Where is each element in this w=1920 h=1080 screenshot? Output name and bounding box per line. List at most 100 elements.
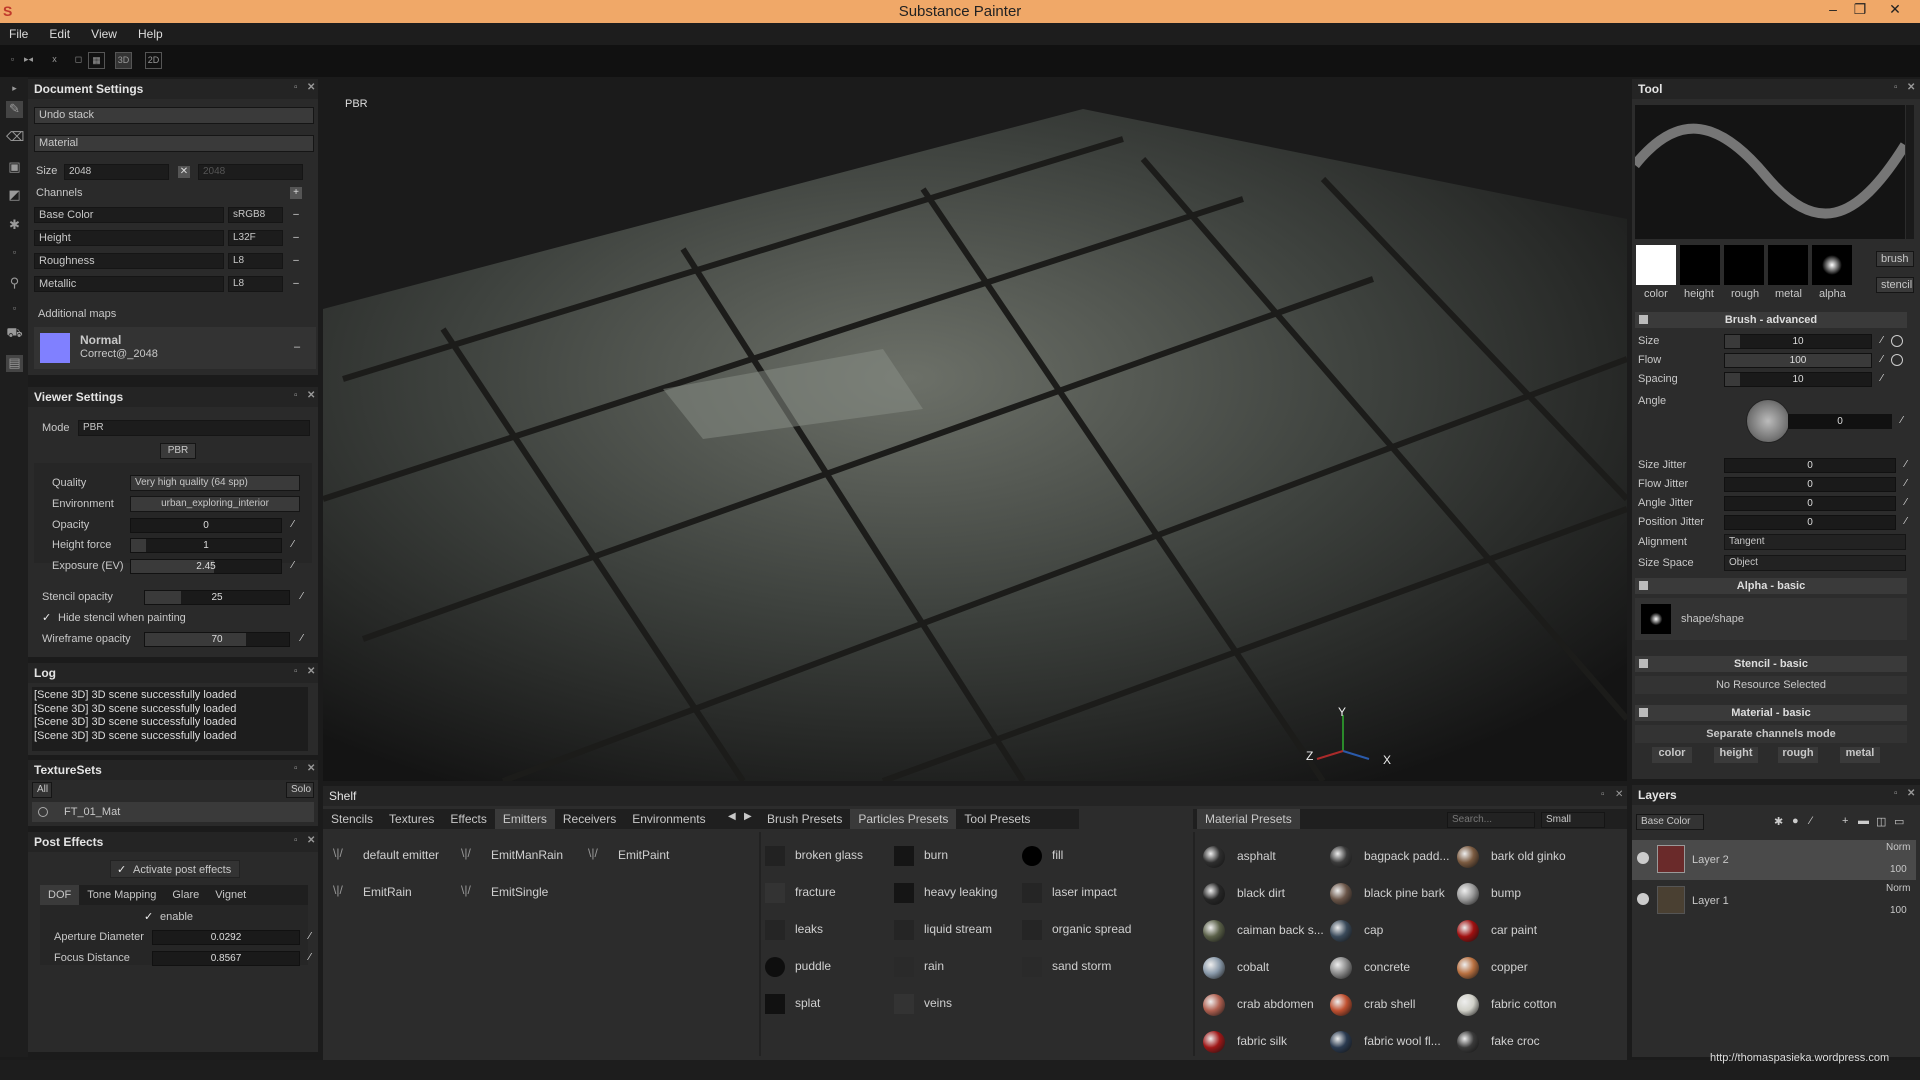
- shelf-item[interactable]: bagpack padd...: [1330, 846, 1449, 868]
- minimize-icon[interactable]: –: [1818, 1, 1848, 21]
- capture-icon[interactable]: ◻: [70, 52, 87, 69]
- stencil-opacity-slider[interactable]: 25: [144, 590, 290, 605]
- picker-icon[interactable]: ⚲: [6, 275, 23, 292]
- angle-input[interactable]: 0: [1788, 414, 1892, 429]
- shelf-item[interactable]: sand storm: [1022, 957, 1111, 977]
- edit-icon[interactable]: ⁄: [287, 560, 299, 572]
- layer-blend-mode[interactable]: Norm: [1886, 883, 1910, 894]
- thumbnail-size-select[interactable]: Small: [1541, 812, 1605, 828]
- float-icon[interactable]: ▫: [294, 835, 298, 846]
- tab-dof[interactable]: DOF: [40, 885, 80, 905]
- channel-format-select[interactable]: L8: [228, 253, 283, 269]
- tab-brush-presets[interactable]: Brush Presets: [759, 809, 850, 829]
- shelf-item[interactable]: \|/ EmitManRain: [461, 846, 563, 866]
- environment-select[interactable]: urban_exploring_interior: [130, 496, 300, 512]
- polygon-fill-icon[interactable]: ◩: [6, 187, 23, 204]
- aperture-slider[interactable]: 0.0292: [152, 930, 300, 945]
- new-project-icon[interactable]: ▫: [4, 52, 21, 69]
- shelf-item[interactable]: cobalt: [1203, 957, 1269, 979]
- remove-channel-icon[interactable]: –: [290, 209, 302, 221]
- edit-icon[interactable]: ⁄: [304, 931, 316, 943]
- brush-size-slider[interactable]: 10: [1724, 334, 1872, 349]
- edit-icon[interactable]: ⁄: [287, 539, 299, 551]
- angle-dial[interactable]: [1746, 399, 1790, 443]
- remove-map-icon[interactable]: –: [294, 341, 300, 353]
- viewport-3d[interactable]: PBR Y X Z: [323, 79, 1627, 781]
- shelf-item[interactable]: caiman back s...: [1203, 920, 1324, 942]
- shelf-item[interactable]: burn: [894, 846, 948, 866]
- shelf-item[interactable]: \|/ default emitter: [333, 846, 439, 866]
- exposure-slider[interactable]: 2.45: [130, 559, 282, 574]
- panel-close-icon[interactable]: ✕: [307, 763, 315, 774]
- layout-icon[interactable]: ▦: [88, 52, 105, 69]
- texture-set-item[interactable]: FT_01_Mat: [32, 802, 314, 822]
- all-button[interactable]: All: [32, 782, 52, 798]
- shelf-item[interactable]: cap: [1330, 920, 1383, 942]
- shelf-item[interactable]: \|/ EmitRain: [333, 883, 412, 903]
- mode-select[interactable]: PBR: [78, 420, 310, 436]
- add-layer-icon[interactable]: +: [1842, 815, 1848, 827]
- normal-map-item[interactable]: Normal Correct@_2048 –: [34, 327, 316, 369]
- shelf-item[interactable]: bump: [1457, 883, 1521, 905]
- view-3d-button[interactable]: 3D: [115, 52, 132, 69]
- pen-pressure-icon[interactable]: ⁄: [1896, 415, 1908, 427]
- visibility-icon[interactable]: [38, 807, 48, 817]
- shelf-item[interactable]: fabric wool fl...: [1330, 1031, 1441, 1053]
- shelf-item[interactable]: black pine bark: [1330, 883, 1445, 905]
- menu-help[interactable]: Help: [129, 23, 172, 45]
- tab-tool-presets[interactable]: Tool Presets: [956, 809, 1038, 829]
- clone-icon[interactable]: ▫: [6, 247, 23, 264]
- remove-channel-icon[interactable]: –: [290, 278, 302, 290]
- position-jitter-slider[interactable]: 0: [1724, 515, 1896, 530]
- layer-row[interactable]: Layer 1 Norm 100: [1632, 881, 1916, 921]
- tab-vignette[interactable]: Vignet: [207, 885, 254, 905]
- panel-close-icon[interactable]: ✕: [1907, 788, 1915, 799]
- undo-stack-button[interactable]: Undo stack: [34, 107, 314, 124]
- shelf-item[interactable]: crab shell: [1330, 994, 1415, 1016]
- smudge-icon[interactable]: ▫: [6, 303, 23, 320]
- add-folder-icon[interactable]: ▬: [1858, 815, 1869, 827]
- panel-close-icon[interactable]: ✕: [1615, 789, 1623, 800]
- shelf-item[interactable]: black dirt: [1203, 883, 1285, 905]
- shelf-item[interactable]: heavy leaking: [894, 883, 997, 903]
- shelf-item[interactable]: asphalt: [1203, 846, 1276, 868]
- shelf-item[interactable]: leaks: [765, 920, 823, 940]
- height-swatch[interactable]: [1680, 245, 1720, 285]
- brush-button[interactable]: brush: [1876, 251, 1914, 267]
- layer-opacity[interactable]: 100: [1890, 864, 1907, 875]
- panel-close-icon[interactable]: ✕: [1907, 82, 1915, 93]
- restore-icon[interactable]: ❐: [1845, 1, 1875, 21]
- tabs-next-icon[interactable]: ▶: [744, 811, 752, 822]
- height-force-slider[interactable]: 1: [130, 538, 282, 553]
- tab-tone-mapping[interactable]: Tone Mapping: [79, 885, 164, 905]
- menu-file[interactable]: File: [0, 23, 37, 45]
- alpha-swatch[interactable]: [1812, 245, 1852, 285]
- rough-swatch[interactable]: [1724, 245, 1764, 285]
- color-swatch[interactable]: [1636, 245, 1676, 285]
- paint-brush-icon[interactable]: ✎: [6, 101, 23, 118]
- pbr-button[interactable]: PBR: [160, 443, 196, 459]
- angle-jitter-slider[interactable]: 0: [1724, 496, 1896, 511]
- float-icon[interactable]: ▫: [1894, 82, 1898, 93]
- tab-emitters[interactable]: Emitters: [494, 809, 555, 829]
- material-button[interactable]: Material: [34, 135, 314, 152]
- layer-opacity[interactable]: 100: [1890, 905, 1907, 916]
- float-icon[interactable]: ▫: [1894, 788, 1898, 799]
- pen-pressure-icon[interactable]: ⁄: [1900, 497, 1912, 509]
- camera-align-icon[interactable]: ▸◂: [20, 52, 37, 69]
- flow-slider[interactable]: 100: [1724, 353, 1872, 368]
- size-width-select[interactable]: 2048: [64, 164, 169, 180]
- wireframe-opacity-slider[interactable]: 70: [144, 632, 290, 647]
- projection-icon[interactable]: ▣: [6, 159, 23, 176]
- alignment-select[interactable]: Tangent: [1724, 534, 1906, 550]
- channel-format-select[interactable]: L8: [228, 276, 283, 292]
- preview-scrollbar[interactable]: [1906, 105, 1914, 239]
- shelf-item[interactable]: car paint: [1457, 920, 1537, 942]
- focus-slider[interactable]: 0.8567: [152, 951, 300, 966]
- channel-format-select[interactable]: L32F: [228, 230, 283, 246]
- shelf-item[interactable]: fill: [1022, 846, 1063, 866]
- edit-icon[interactable]: ⁄: [296, 633, 308, 645]
- shelf-item[interactable]: veins: [894, 994, 952, 1014]
- tabs-prev-icon[interactable]: ◀: [728, 811, 736, 822]
- particles-icon[interactable]: ✱: [6, 217, 23, 234]
